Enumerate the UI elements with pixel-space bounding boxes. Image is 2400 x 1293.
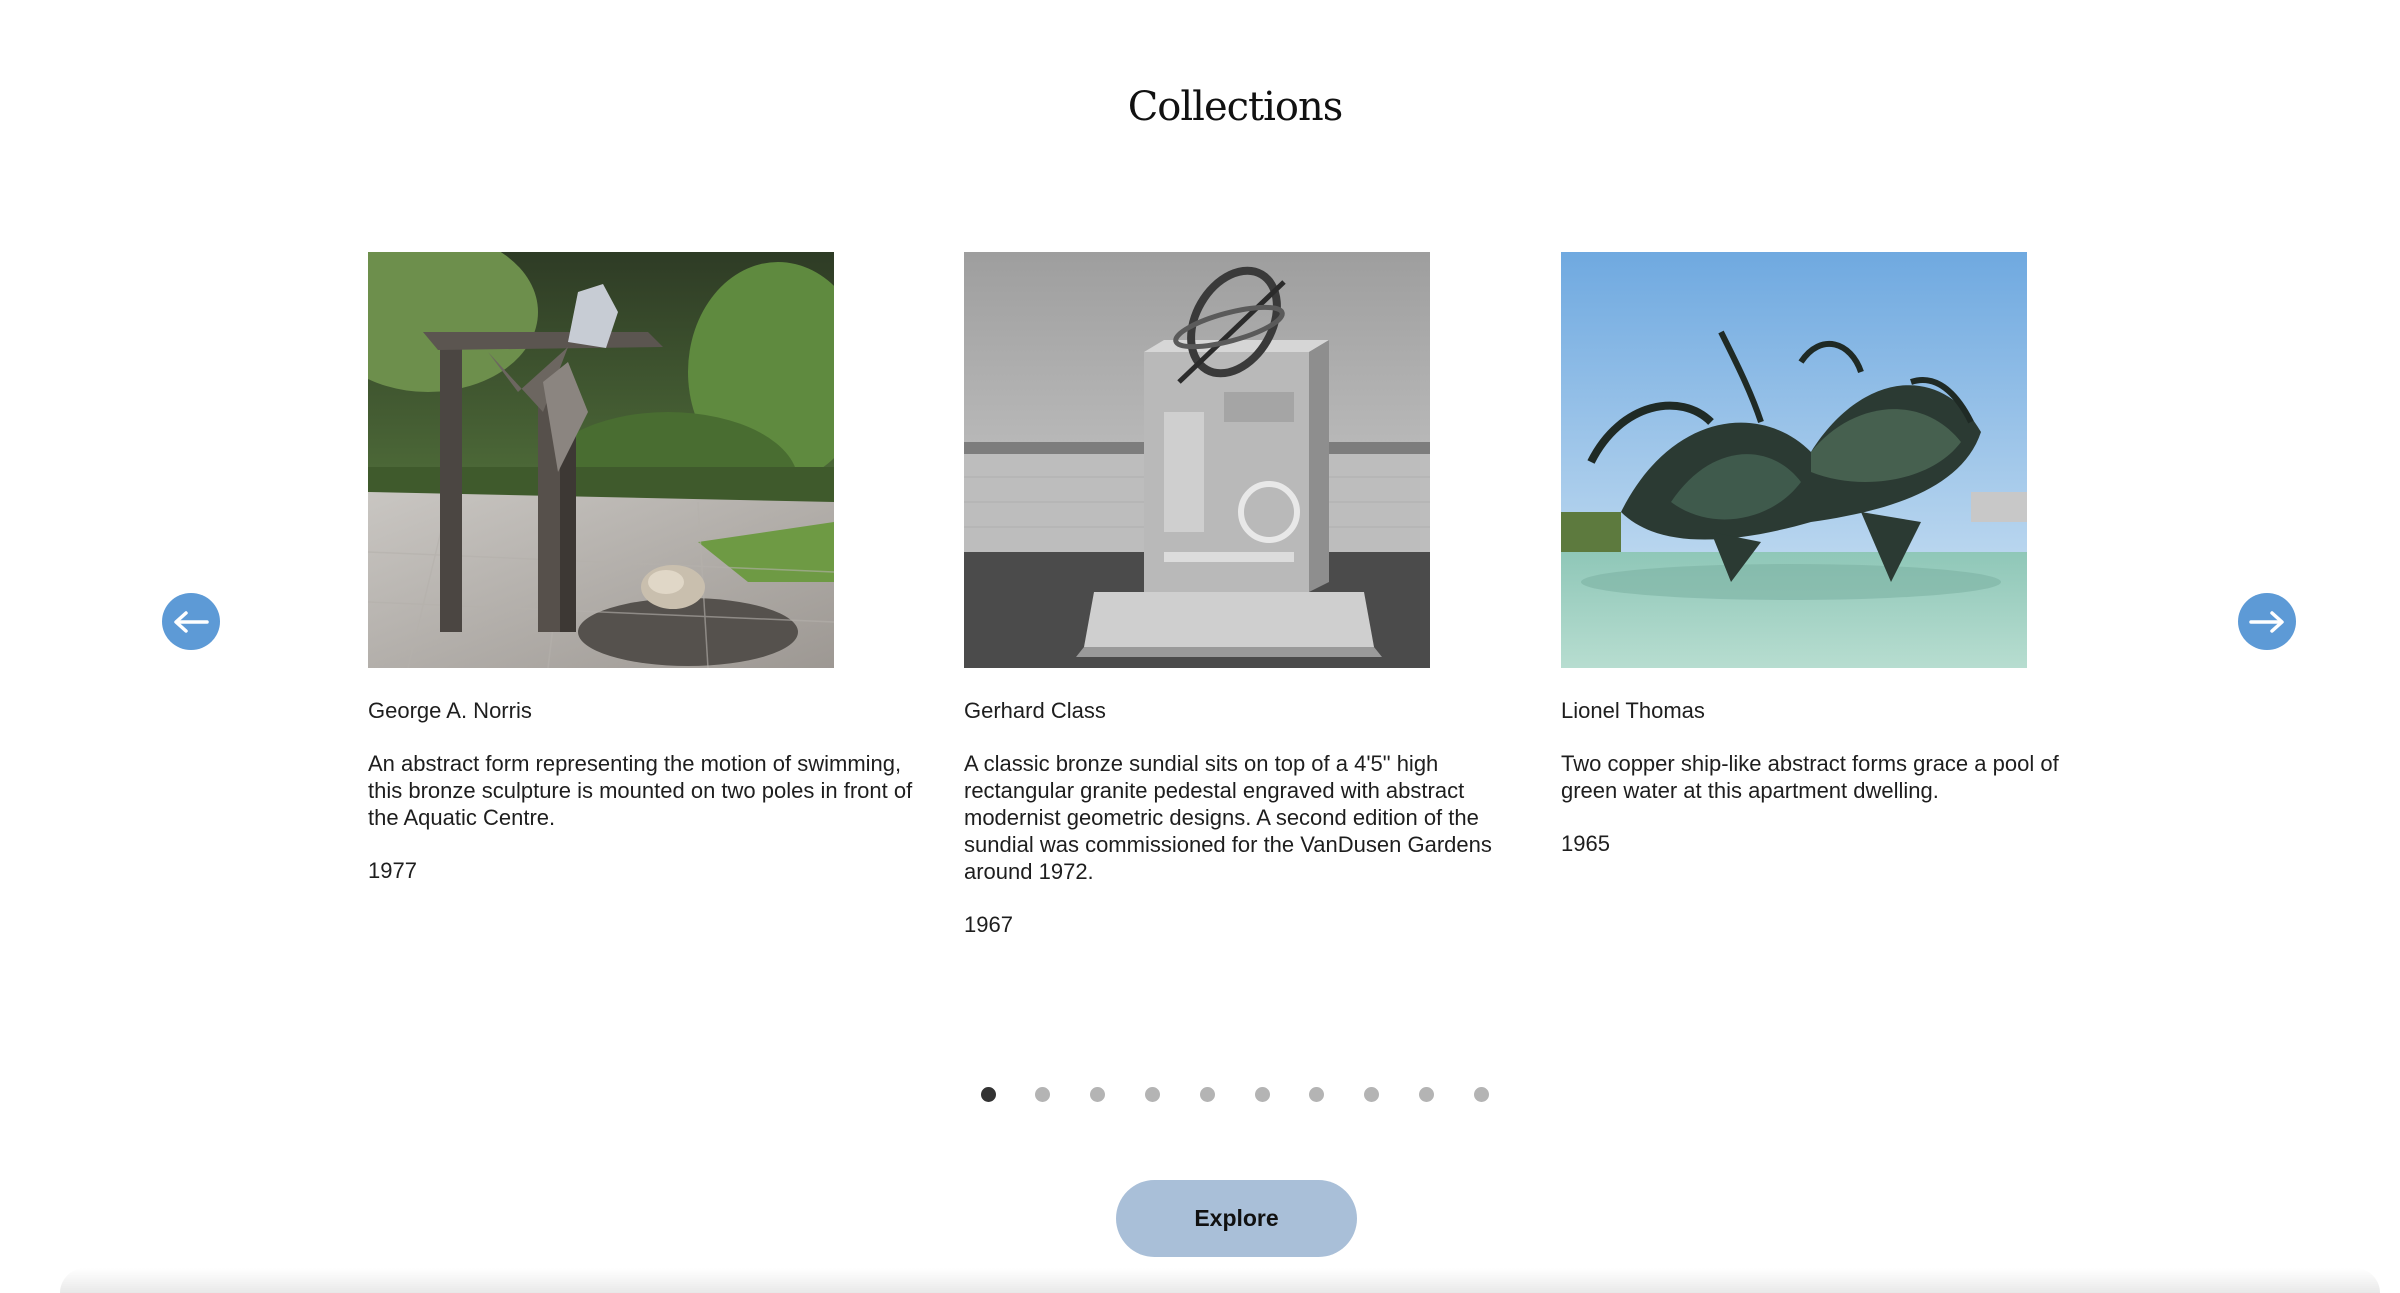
collection-card[interactable]: George A. Norris An abstract form repres…	[368, 252, 913, 885]
sculpture-photo[interactable]	[368, 252, 834, 668]
card-artist: Gerhard Class	[964, 698, 1106, 723]
pagination-dot-3[interactable]	[1090, 1087, 1105, 1102]
card-artist: George A. Norris	[368, 698, 532, 723]
collection-card[interactable]: Lionel Thomas Two copper ship-like abstr…	[1561, 252, 2106, 858]
pagination-dot-9[interactable]	[1419, 1087, 1434, 1102]
pagination-dot-5[interactable]	[1200, 1087, 1215, 1102]
collection-card[interactable]: Gerhard Class A classic bronze sundial s…	[964, 252, 1509, 939]
card-year: 1977	[368, 858, 417, 883]
pagination-dot-10[interactable]	[1474, 1087, 1489, 1102]
sculpture-photo-illustration	[368, 252, 834, 668]
card-year: 1967	[964, 912, 1013, 937]
sculpture-photo[interactable]	[964, 252, 1430, 668]
pagination-dot-6[interactable]	[1255, 1087, 1270, 1102]
arrow-left-icon	[174, 610, 209, 633]
card-artist: Lionel Thomas	[1561, 698, 1705, 723]
sculpture-photo[interactable]	[1561, 252, 2027, 668]
card-year: 1965	[1561, 831, 1610, 856]
explore-button[interactable]: Explore	[1116, 1180, 1357, 1257]
carousel-next-button[interactable]	[2238, 593, 2296, 650]
card-description: A classic bronze sundial sits on top of …	[964, 751, 1492, 884]
pagination-dot-7[interactable]	[1309, 1087, 1324, 1102]
pagination-dot-8[interactable]	[1364, 1087, 1379, 1102]
pagination-dot-2[interactable]	[1035, 1087, 1050, 1102]
section-header: Collections	[1100, 84, 1370, 130]
sculpture-photo-illustration	[964, 252, 1430, 668]
card-description: An abstract form representing the motion…	[368, 751, 913, 830]
arrow-right-icon	[2249, 610, 2284, 633]
card-description: Two copper ship-like abstract forms grac…	[1561, 751, 2059, 803]
pagination-dot-4[interactable]	[1145, 1087, 1160, 1102]
carousel-prev-button[interactable]	[162, 593, 220, 650]
sculpture-photo-illustration	[1561, 252, 2027, 668]
page-title: Collections	[1127, 84, 1344, 130]
section-bottom-shadow	[60, 1268, 2380, 1293]
pagination-dot-1[interactable]	[981, 1087, 996, 1102]
